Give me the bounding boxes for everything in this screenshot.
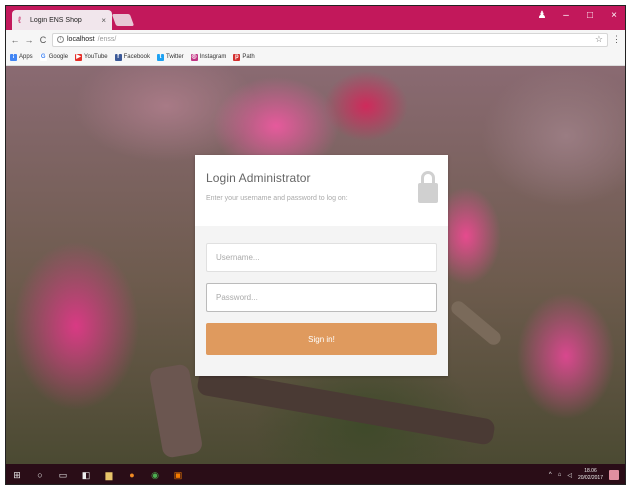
username-input[interactable] (216, 253, 427, 262)
twitter-icon: t (156, 53, 164, 61)
tray-chevron-icon[interactable]: ^ (549, 472, 552, 478)
branch-decoration (196, 368, 496, 446)
new-tab-button[interactable] (111, 14, 135, 26)
site-info-icon[interactable]: i (57, 36, 64, 43)
bookmark-facebook[interactable]: f Facebook (114, 53, 150, 61)
firefox-icon[interactable]: ● (127, 470, 137, 480)
google-icon: G (39, 53, 47, 61)
title-bar: ℓ Login ENS Shop × ♟ – □ × (6, 6, 625, 30)
login-subtitle: Enter your username and password to log … (206, 195, 348, 202)
search-icon[interactable]: ○ (35, 470, 45, 480)
bookmark-label: Twitter (165, 54, 184, 60)
bookmark-label: Facebook (123, 54, 150, 60)
login-title: Login Administrator (206, 171, 311, 185)
system-tray: ^ ⌂ ◁ 18.06 20/02/2017 (549, 468, 619, 482)
branch-decoration (148, 363, 204, 459)
bookmark-google[interactable]: G Google (39, 53, 69, 61)
app-icon[interactable]: ▣ (173, 470, 183, 480)
page-background: Login Administrator Enter your username … (6, 66, 625, 464)
browser-window: ℓ Login ENS Shop × ♟ – □ × ← → C i local… (5, 5, 626, 485)
browser-menu-icon[interactable]: ⋮ (612, 34, 621, 45)
volume-icon[interactable]: ◁ (567, 472, 572, 479)
bookmark-path[interactable]: p Path (233, 53, 255, 61)
bookmark-label: Google (48, 54, 69, 60)
youtube-icon: ▶ (75, 53, 83, 61)
username-field[interactable] (206, 243, 437, 272)
instagram-icon: ◎ (190, 53, 198, 61)
close-window-button[interactable]: × (609, 10, 619, 21)
apps-icon: ⁞ (10, 53, 17, 61)
facebook-icon: f (114, 53, 122, 61)
chrome-icon[interactable]: ◉ (150, 470, 160, 480)
login-card: Login Administrator Enter your username … (195, 155, 448, 376)
tab-favicon-icon: ℓ (18, 15, 21, 25)
bookmark-apps[interactable]: ⁞ Apps (10, 53, 33, 61)
password-input[interactable] (216, 293, 427, 302)
tab-title: Login ENS Shop (30, 16, 82, 24)
store-icon[interactable]: ◧ (81, 470, 91, 480)
address-bar[interactable]: i localhost/enss/ ☆ (52, 32, 608, 47)
minimize-button[interactable]: – (561, 10, 571, 21)
maximize-button[interactable]: □ (585, 10, 595, 21)
login-header: Login Administrator Enter your username … (195, 155, 448, 226)
clock[interactable]: 18.06 20/02/2017 (578, 468, 603, 482)
bookmark-label: Instagram (199, 54, 227, 60)
clock-time: 18.06 (584, 468, 597, 474)
password-field[interactable] (206, 283, 437, 312)
address-toolbar: ← → C i localhost/enss/ ☆ ⋮ (6, 30, 625, 49)
bookmark-youtube[interactable]: ▶ YouTube (75, 53, 108, 61)
bookmark-star-icon[interactable]: ☆ (595, 34, 603, 45)
bookmark-label: Path (242, 54, 255, 60)
bookmark-twitter[interactable]: t Twitter (156, 53, 184, 61)
task-view-icon[interactable]: ▭ (58, 470, 68, 480)
forward-button[interactable]: → (24, 35, 34, 45)
back-button[interactable]: ← (10, 35, 20, 45)
branch-decoration (448, 298, 504, 348)
bookmark-label: YouTube (84, 54, 108, 60)
bookmarks-bar: ⁞ Apps G Google ▶ YouTube f Facebook t Twitte… (6, 49, 625, 66)
bookmark-instagram[interactable]: ◎ Instagram (190, 53, 227, 61)
lock-icon (418, 171, 438, 203)
browser-tab[interactable]: ℓ Login ENS Shop × (12, 10, 112, 30)
window-controls: ♟ – □ × (537, 10, 619, 21)
network-icon[interactable]: ⌂ (558, 472, 562, 478)
windows-start-icon[interactable]: ⊞ (12, 470, 22, 480)
tab-close-icon[interactable]: × (101, 16, 106, 25)
sign-in-button[interactable]: Sign in! (206, 323, 437, 355)
notification-icon[interactable] (609, 470, 619, 480)
clock-date: 20/02/2017 (577, 475, 603, 481)
user-icon[interactable]: ♟ (537, 10, 547, 21)
explorer-icon[interactable]: ▆ (104, 470, 114, 480)
reload-button[interactable]: C (38, 35, 48, 45)
taskbar: ⊞ ○ ▭ ◧ ▆ ● ◉ ▣ ^ ⌂ ◁ 18.06 20/02/2017 (6, 464, 625, 484)
path-icon: p (233, 53, 241, 61)
url-host: localhost (67, 36, 95, 43)
bookmark-label: Apps (19, 54, 33, 60)
url-path: /enss/ (97, 36, 117, 43)
